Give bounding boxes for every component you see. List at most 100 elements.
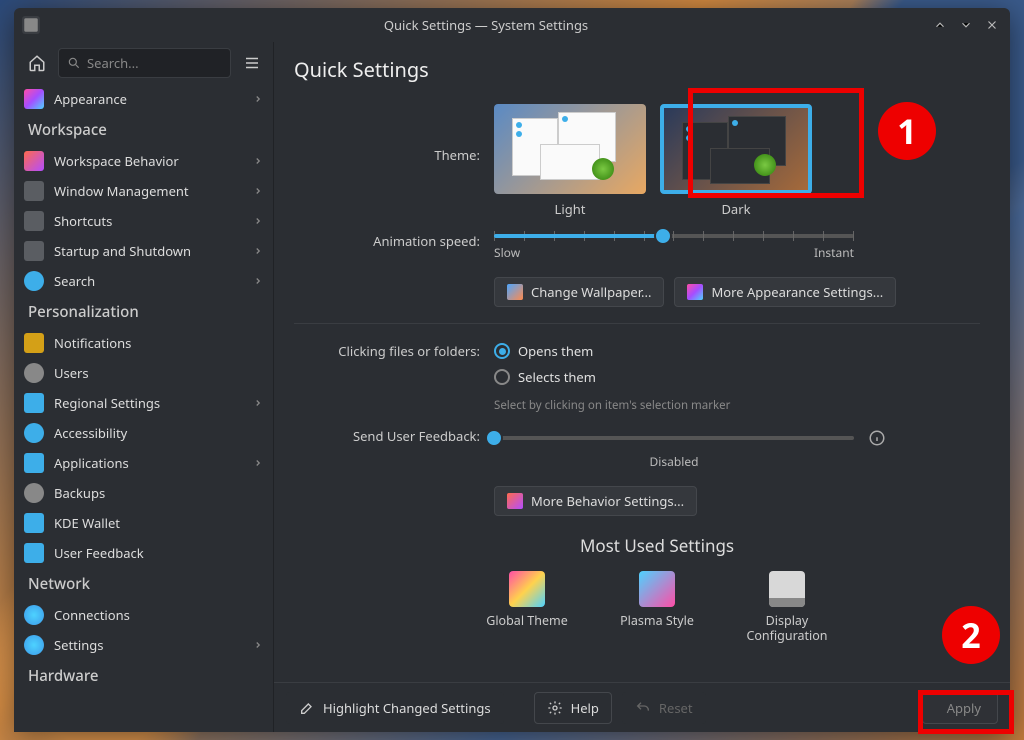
pencil-icon (299, 700, 315, 716)
app-icon (22, 16, 40, 34)
most-used-item[interactable]: Global Theme (482, 571, 572, 643)
minimize-button[interactable] (930, 15, 950, 35)
most-used-label: Plasma Style (620, 613, 694, 628)
sidebar-item-label: User Feedback (54, 544, 144, 562)
sidebar-item-icon (24, 181, 44, 201)
reset-button[interactable]: Reset (622, 692, 706, 724)
clicking-hint: Select by clicking on item's selection m… (494, 398, 730, 413)
annotation-badge-1: 1 (878, 102, 936, 160)
help-button[interactable]: Help (534, 692, 612, 724)
sidebar-section: Network (14, 568, 273, 600)
titlebar: Quick Settings — System Settings (14, 8, 1010, 42)
sidebar-item-label: Regional Settings (54, 394, 160, 412)
animation-instant-label: Instant (814, 244, 854, 261)
theme-light-thumb[interactable] (494, 104, 646, 194)
sidebar-item[interactable]: User Feedback (14, 538, 273, 568)
info-icon[interactable] (868, 429, 886, 447)
undo-icon (635, 700, 651, 716)
sidebar-section: Hardware (14, 660, 273, 692)
sidebar-item-icon (24, 635, 44, 655)
sidebar: Search... Appearance Workspace Workspace B… (14, 42, 274, 732)
chevron-right-icon (253, 272, 263, 290)
apply-button[interactable]: Apply (922, 692, 998, 724)
sidebar-item-label: Connections (54, 606, 130, 624)
change-wallpaper-label: Change Wallpaper... (531, 283, 651, 301)
sidebar-item-icon (24, 89, 44, 109)
sidebar-item-label: Applications (54, 454, 129, 472)
sidebar-item[interactable]: Search (14, 266, 273, 296)
radio-selects[interactable]: Selects them (494, 368, 730, 386)
sidebar-item[interactable]: Accessibility (14, 418, 273, 448)
behavior-icon (507, 493, 523, 509)
content-scroll: Theme: Light (274, 94, 1010, 682)
sidebar-item-icon (24, 363, 44, 383)
search-placeholder: Search... (87, 54, 139, 72)
sidebar-item-label: Users (54, 364, 89, 382)
most-used-item[interactable]: Display Configuration (742, 571, 832, 643)
divider (294, 323, 980, 324)
sidebar-item-icon (24, 605, 44, 625)
chevron-right-icon (253, 182, 263, 200)
radio-selects-label: Selects them (518, 368, 596, 386)
sidebar-item[interactable]: Notifications (14, 328, 273, 358)
animation-slider[interactable] (494, 234, 854, 238)
sidebar-item[interactable]: Appearance (14, 84, 273, 114)
sidebar-item-label: Appearance (54, 90, 127, 108)
sidebar-item[interactable]: Startup and Shutdown (14, 236, 273, 266)
sidebar-item-icon (24, 333, 44, 353)
chevron-right-icon (253, 394, 263, 412)
radio-opens[interactable]: Opens them (494, 342, 730, 360)
appearance-icon (687, 284, 703, 300)
annotation-badge-2: 2 (942, 606, 1000, 664)
window-title: Quick Settings — System Settings (48, 16, 924, 34)
radio-icon (494, 343, 510, 359)
home-button[interactable] (22, 48, 52, 78)
sidebar-item[interactable]: Connections (14, 600, 273, 630)
system-settings-window: Quick Settings — System Settings Search.… (14, 8, 1010, 732)
most-used-icon (769, 571, 805, 607)
highlight-changed-button[interactable]: Highlight Changed Settings (286, 692, 504, 724)
most-used-icon (509, 571, 545, 607)
theme-dark-label: Dark (721, 200, 750, 218)
feedback-slider[interactable] (494, 436, 854, 440)
sidebar-section: Workspace (14, 114, 273, 146)
most-used-item[interactable]: Plasma Style (612, 571, 702, 643)
sidebar-item-icon (24, 423, 44, 443)
maximize-button[interactable] (956, 15, 976, 35)
sidebar-item[interactable]: Regional Settings (14, 388, 273, 418)
close-button[interactable] (982, 15, 1002, 35)
sidebar-item-label: Shortcuts (54, 212, 112, 230)
wallpaper-icon (507, 284, 523, 300)
sidebar-item[interactable]: KDE Wallet (14, 508, 273, 538)
sidebar-item[interactable]: Window Management (14, 176, 273, 206)
chevron-right-icon (253, 212, 263, 230)
chevron-right-icon (253, 242, 263, 260)
sidebar-item[interactable]: Settings (14, 630, 273, 660)
sidebar-item[interactable]: Users (14, 358, 273, 388)
sidebar-item[interactable]: Shortcuts (14, 206, 273, 236)
search-input[interactable]: Search... (58, 48, 231, 78)
sidebar-item[interactable]: Applications (14, 448, 273, 478)
highlight-label: Highlight Changed Settings (323, 699, 491, 717)
most-used-label: Display Configuration (742, 613, 832, 643)
theme-dark-thumb[interactable] (660, 104, 812, 194)
sidebar-item-label: KDE Wallet (54, 514, 120, 532)
most-used-icon (639, 571, 675, 607)
sidebar-item-label: Backups (54, 484, 105, 502)
animation-slow-label: Slow (494, 244, 520, 261)
chevron-right-icon (253, 636, 263, 654)
sidebar-item-icon (24, 271, 44, 291)
sidebar-item-icon (24, 543, 44, 563)
hamburger-button[interactable] (237, 48, 267, 78)
sidebar-item-label: Startup and Shutdown (54, 242, 191, 260)
change-wallpaper-button[interactable]: Change Wallpaper... (494, 277, 664, 307)
reset-label: Reset (659, 699, 693, 717)
sidebar-item-label: Search (54, 272, 95, 290)
sidebar-item-icon (24, 151, 44, 171)
more-behavior-button[interactable]: More Behavior Settings... (494, 486, 697, 516)
radio-icon (494, 369, 510, 385)
sidebar-item[interactable]: Backups (14, 478, 273, 508)
sidebar-item[interactable]: Workspace Behavior (14, 146, 273, 176)
sidebar-item-label: Workspace Behavior (54, 152, 179, 170)
more-appearance-button[interactable]: More Appearance Settings... (674, 277, 896, 307)
